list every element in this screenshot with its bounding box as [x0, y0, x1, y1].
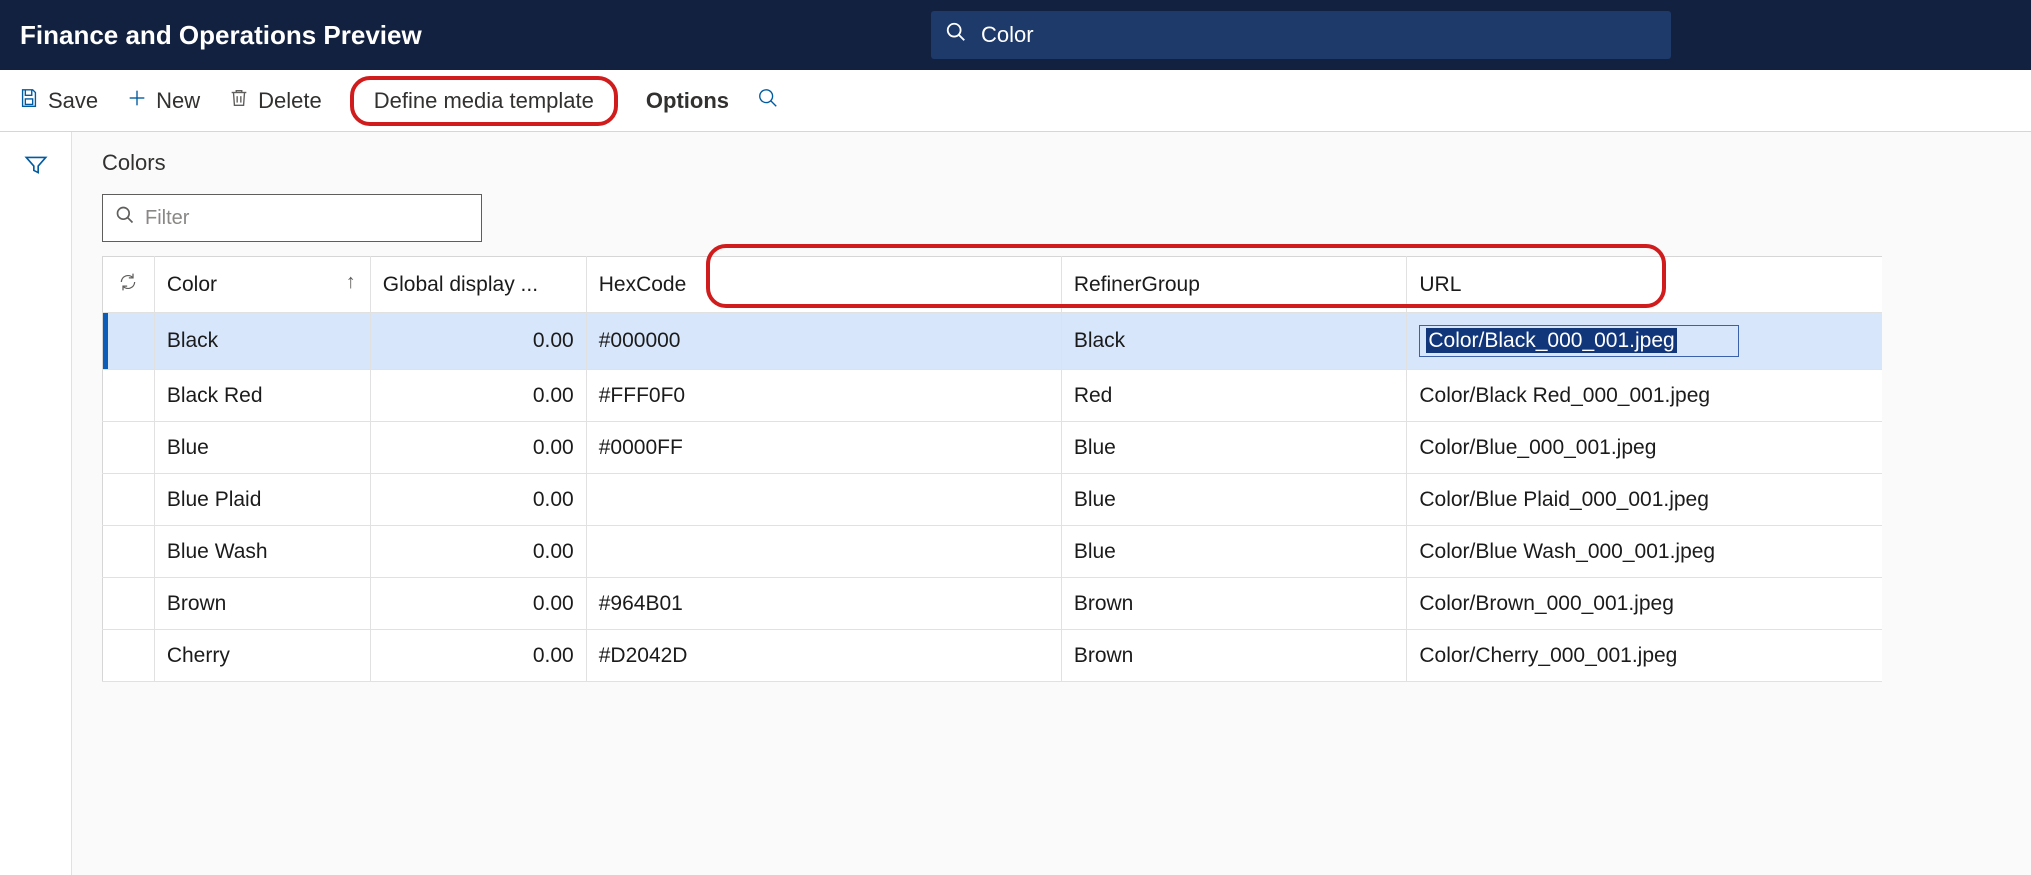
column-header-global-display-order[interactable]: Global display ...	[370, 257, 586, 313]
row-selector[interactable]	[103, 578, 155, 630]
table-row[interactable]: Black0.00#000000BlackColor/Black_000_001…	[103, 313, 1883, 370]
row-selector[interactable]	[103, 313, 155, 370]
row-selector[interactable]	[103, 526, 155, 578]
grid-filter[interactable]	[102, 194, 482, 242]
url-edit-field[interactable]: Color/Black_000_001.jpeg	[1419, 325, 1739, 357]
cell-color[interactable]: Blue	[154, 422, 370, 474]
table-row[interactable]: Blue0.00#0000FFBlueColor/Blue_000_001.jp…	[103, 422, 1883, 474]
column-label: HexCode	[599, 273, 687, 296]
cell-refinergroup[interactable]: Blue	[1061, 526, 1407, 578]
define-media-template-button[interactable]: Define media template	[350, 76, 618, 126]
refresh-icon	[118, 274, 138, 297]
cell-hexcode[interactable]: #0000FF	[586, 422, 1061, 474]
cell-global-display-order[interactable]: 0.00	[370, 630, 586, 682]
table-row[interactable]: Brown0.00#964B01BrownColor/Brown_000_001…	[103, 578, 1883, 630]
page-search-button[interactable]	[757, 87, 779, 115]
cell-url[interactable]: Color/Blue_000_001.jpeg	[1407, 422, 1882, 474]
refresh-column-header[interactable]	[103, 257, 155, 313]
cell-hexcode[interactable]	[586, 474, 1061, 526]
plus-icon	[126, 87, 148, 115]
cell-url[interactable]: Color/Cherry_000_001.jpeg	[1407, 630, 1882, 682]
save-icon	[18, 87, 40, 115]
search-icon	[115, 205, 135, 231]
options-label: Options	[646, 88, 729, 114]
url-selected-text: Color/Black_000_001.jpeg	[1426, 328, 1676, 353]
column-header-refinergroup[interactable]: RefinerGroup	[1061, 257, 1407, 313]
cell-hexcode[interactable]: #FFF0F0	[586, 370, 1061, 422]
cell-color[interactable]: Brown	[154, 578, 370, 630]
left-rail	[0, 132, 72, 875]
cell-hexcode[interactable]: #000000	[586, 313, 1061, 370]
cell-refinergroup[interactable]: Black	[1061, 313, 1407, 370]
global-search[interactable]	[931, 11, 1671, 59]
column-label: RefinerGroup	[1074, 273, 1200, 296]
page-title: Colors	[102, 150, 2001, 176]
cell-url[interactable]: Color/Blue Wash_000_001.jpeg	[1407, 526, 1882, 578]
main-content: Colors Color ↑ Global displa	[72, 132, 2031, 875]
grid-header-row: Color ↑ Global display ... HexCode Refin…	[103, 257, 1883, 313]
page-body: Colors Color ↑ Global displa	[0, 132, 2031, 875]
save-label: Save	[48, 88, 98, 114]
cell-global-display-order[interactable]: 0.00	[370, 526, 586, 578]
delete-label: Delete	[258, 88, 322, 114]
cell-global-display-order[interactable]: 0.00	[370, 313, 586, 370]
row-selector[interactable]	[103, 474, 155, 526]
action-bar: Save New Delete Define media template Op…	[0, 70, 2031, 132]
global-search-input[interactable]	[967, 22, 1657, 48]
cell-color[interactable]: Blue Plaid	[154, 474, 370, 526]
row-selector[interactable]	[103, 422, 155, 474]
cell-refinergroup[interactable]: Brown	[1061, 630, 1407, 682]
search-icon	[945, 21, 967, 49]
cell-refinergroup[interactable]: Blue	[1061, 422, 1407, 474]
filter-pane-button[interactable]	[23, 152, 49, 184]
delete-button[interactable]: Delete	[228, 87, 322, 115]
top-nav: Finance and Operations Preview	[0, 0, 2031, 70]
cell-color[interactable]: Cherry	[154, 630, 370, 682]
options-button[interactable]: Options	[646, 88, 729, 114]
trash-icon	[228, 87, 250, 115]
grid-filter-input[interactable]	[135, 207, 469, 230]
table-row[interactable]: Blue Plaid0.00 BlueColor/Blue Plaid_000_0…	[103, 474, 1883, 526]
cell-refinergroup[interactable]: Red	[1061, 370, 1407, 422]
search-icon	[757, 87, 779, 115]
cell-global-display-order[interactable]: 0.00	[370, 474, 586, 526]
sort-asc-icon: ↑	[346, 271, 356, 294]
cell-hexcode[interactable]: #964B01	[586, 578, 1061, 630]
save-button[interactable]: Save	[18, 87, 98, 115]
cell-refinergroup[interactable]: Blue	[1061, 474, 1407, 526]
new-label: New	[156, 88, 200, 114]
cell-refinergroup[interactable]: Brown	[1061, 578, 1407, 630]
cell-color[interactable]: Black	[154, 313, 370, 370]
app-title: Finance and Operations Preview	[20, 20, 422, 51]
cell-global-display-order[interactable]: 0.00	[370, 370, 586, 422]
cell-url[interactable]: Color/Black Red_000_001.jpeg	[1407, 370, 1882, 422]
column-header-url[interactable]: URL	[1407, 257, 1882, 313]
column-label: URL	[1419, 273, 1461, 296]
column-header-hexcode[interactable]: HexCode	[586, 257, 1061, 313]
cell-global-display-order[interactable]: 0.00	[370, 578, 586, 630]
table-row[interactable]: Blue Wash0.00 BlueColor/Blue Wash_000_001…	[103, 526, 1883, 578]
cell-url[interactable]: Color/Blue Plaid_000_001.jpeg	[1407, 474, 1882, 526]
table-row[interactable]: Black Red0.00#FFF0F0RedColor/Black Red_0…	[103, 370, 1883, 422]
row-selector[interactable]	[103, 370, 155, 422]
colors-grid: Color ↑ Global display ... HexCode Refin…	[102, 256, 1882, 682]
cell-global-display-order[interactable]: 0.00	[370, 422, 586, 474]
row-selector[interactable]	[103, 630, 155, 682]
new-button[interactable]: New	[126, 87, 200, 115]
cell-url[interactable]: Color/Black_000_001.jpeg	[1407, 313, 1882, 370]
cell-color[interactable]: Black Red	[154, 370, 370, 422]
define-media-template-label: Define media template	[374, 88, 594, 114]
column-label: Global display ...	[383, 273, 538, 296]
cell-color[interactable]: Blue Wash	[154, 526, 370, 578]
cell-hexcode[interactable]	[586, 526, 1061, 578]
cell-hexcode[interactable]: #D2042D	[586, 630, 1061, 682]
table-row[interactable]: Cherry0.00#D2042DBrownColor/Cherry_000_0…	[103, 630, 1883, 682]
column-label: Color	[167, 273, 217, 296]
column-header-color[interactable]: Color ↑	[154, 257, 370, 313]
cell-url[interactable]: Color/Brown_000_001.jpeg	[1407, 578, 1882, 630]
grid-wrap: Color ↑ Global display ... HexCode Refin…	[102, 256, 2001, 682]
